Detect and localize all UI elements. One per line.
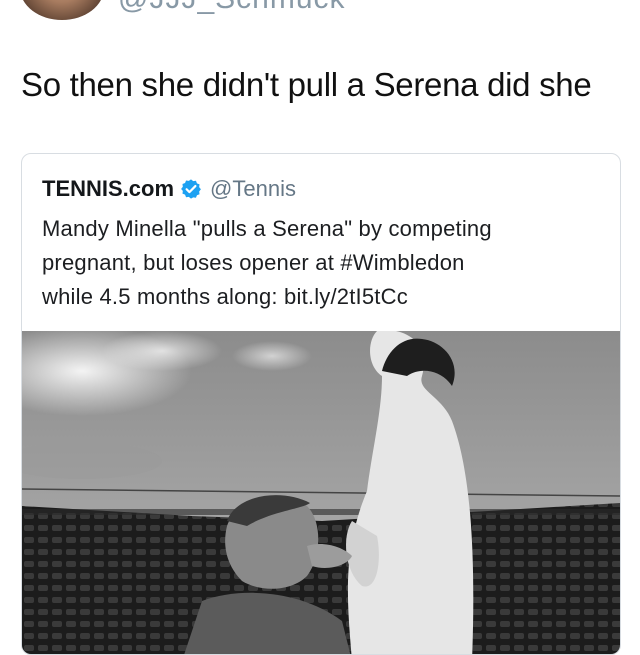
quoted-tweet-header: TENNIS.com @Tennis bbox=[42, 174, 296, 204]
author-handle[interactable]: @JJJ_Schmuck bbox=[118, 0, 346, 16]
quoted-tweet-photo[interactable] bbox=[22, 331, 620, 655]
quoted-author-handle[interactable]: @Tennis bbox=[210, 176, 296, 202]
quoted-text-line: pregnant, but loses opener at #Wimbledon bbox=[42, 250, 465, 275]
quoted-author-name[interactable]: TENNIS.com bbox=[42, 176, 174, 202]
quoted-text-line[interactable]: while 4.5 months along: bit.ly/2tI5tCc bbox=[42, 280, 612, 314]
quoted-text-line: Mandy Minella "pulls a Serena" by compet… bbox=[42, 216, 492, 241]
verified-badge-icon bbox=[181, 179, 201, 199]
tweet-text: So then she didn't pull a Serena did she bbox=[21, 66, 592, 103]
quoted-tweet-text: Mandy Minella "pulls a Serena" by compet… bbox=[42, 212, 612, 314]
author-avatar[interactable] bbox=[20, 0, 104, 20]
quoted-tweet-card[interactable]: TENNIS.com @Tennis Mandy Minella "pulls … bbox=[21, 153, 621, 655]
